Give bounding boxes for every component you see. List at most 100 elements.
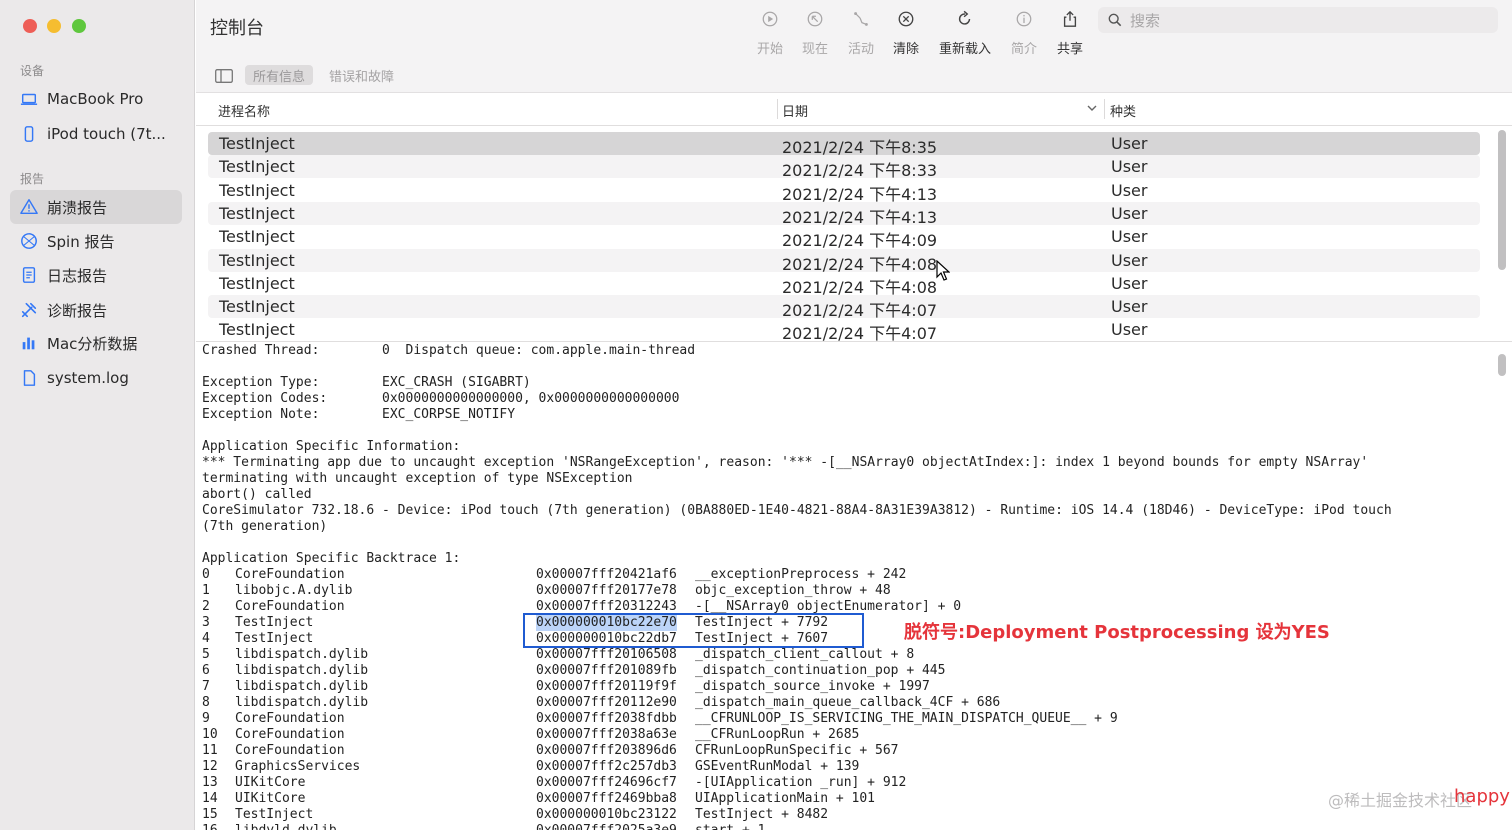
backtrace-frame: 15 TestInject 0x000000010bc23122 TestInject…: [196, 807, 1512, 823]
table-row[interactable]: TestInject 2021/2/24 下午4:08 User: [208, 272, 1480, 297]
log-line: terminating with uncaught exception of t…: [202, 471, 633, 486]
log-line: Exception Codes: 0x0000000000000000, 0x0…: [202, 391, 680, 406]
sidebar-item-diagnostic-reports[interactable]: 诊断报告: [10, 293, 182, 327]
cell-kind: User: [1111, 250, 1148, 270]
table-row[interactable]: TestInject 2021/2/24 下午8:33 User: [208, 155, 1480, 181]
cell-kind: User: [1111, 180, 1148, 200]
file-icon: [19, 368, 39, 388]
frame-library: TestInject: [235, 807, 314, 822]
frame-number: 8: [202, 695, 210, 710]
log-line: Crashed Thread: 0 Dispatch queue: com.ap…: [202, 343, 696, 358]
frame-library: libdispatch.dylib: [235, 663, 369, 678]
sidebar-item-spin-reports[interactable]: Spin 报告: [10, 224, 182, 258]
sidebar-item-label: system.log: [47, 369, 129, 387]
frame-address: 0x00007fff20106508: [536, 647, 677, 662]
sidebar-item-system-log[interactable]: system.log: [10, 361, 182, 395]
reload-button[interactable]: 重新载入: [935, 8, 995, 57]
cell-process: TestInject: [219, 273, 295, 293]
column-header-date[interactable]: 日期: [782, 101, 808, 120]
frame-number: 4: [202, 631, 210, 646]
clear-button[interactable]: 清除: [876, 8, 936, 57]
frame-library: CoreFoundation: [235, 599, 345, 614]
cell-kind: User: [1111, 320, 1148, 340]
sidebar-item-label: MacBook Pro: [47, 90, 144, 108]
cell-kind: User: [1111, 227, 1148, 247]
frame-symbol: _dispatch_main_queue_callback_4CF + 686: [695, 695, 1001, 710]
frame-address: 0x00007fff20177e78: [536, 583, 677, 598]
backtrace-frame: 14 UIKitCore 0x00007fff2469bba8 UIApplicati…: [196, 791, 1512, 807]
close-window-button[interactable]: [23, 19, 37, 33]
frame-library: UIKitCore: [235, 775, 306, 790]
table-row[interactable]: TestInject 2021/2/24 下午8:35 User: [208, 132, 1480, 157]
table-row[interactable]: TestInject 2021/2/24 下午4:08 User: [208, 248, 1480, 274]
frame-address: 0x000000010bc23122: [536, 807, 677, 822]
frame-symbol: __exceptionPreprocess + 242: [695, 567, 907, 582]
toolbar: 控制台 开始 现在 活动 清除 重新载入 简介 共享 搜索: [196, 0, 1512, 57]
column-header-kind[interactable]: 种类: [1110, 101, 1136, 120]
frame-symbol: __CFRunLoopRun + 2685: [695, 727, 860, 742]
sidebar-item-macbook-pro[interactable]: MacBook Pro: [10, 82, 182, 116]
backtrace-frame: 6 libdispatch.dylib 0x00007fff201089fb _dis…: [196, 663, 1512, 679]
sidebar: 设备 MacBook Pro iPod touch (7t... 报告 崩溃报告…: [0, 0, 195, 830]
log-line: CoreSimulator 732.18.6 - Device: iPod to…: [202, 503, 1392, 518]
sidebar-section-reports: 报告: [20, 172, 45, 186]
cell-date: 2021/2/24 下午8:33: [782, 161, 938, 181]
table-row[interactable]: TestInject 2021/2/24 下午4:13 User: [208, 179, 1480, 204]
frame-symbol: _dispatch_source_invoke + 1997: [695, 679, 930, 694]
column-header-process[interactable]: 进程名称: [218, 101, 270, 120]
backtrace-frame: 10 CoreFoundation 0x00007fff2038a63e __CFRu…: [196, 727, 1512, 743]
backtrace-frame: 5 libdispatch.dylib 0x00007fff20106508 _dis…: [196, 647, 1512, 663]
sidebar-item-ipod-touch[interactable]: iPod touch (7t...: [10, 117, 182, 151]
table-scrollbar[interactable]: [1498, 130, 1506, 270]
cell-date: 2021/2/24 下午4:13: [782, 184, 938, 204]
cell-process: TestInject: [219, 134, 295, 153]
frame-address: 0x00007fff2038fdbb: [536, 711, 677, 726]
table-row[interactable]: TestInject 2021/2/24 下午4:09 User: [208, 225, 1480, 250]
log-line: Exception Note: EXC_CORPSE_NOTIFY: [202, 407, 516, 422]
frame-number: 1: [202, 583, 210, 598]
frame-library: libdispatch.dylib: [235, 679, 369, 694]
frame-library: CoreFoundation: [235, 711, 345, 726]
sidebar-item-crash-reports[interactable]: 崩溃报告: [10, 190, 182, 224]
annotation-note: 脱符号:Deployment Postprocessing 设为YES: [904, 622, 1330, 643]
log-line: abort() called: [202, 487, 312, 502]
log-line: (7th generation): [202, 519, 328, 534]
sidebar-item-log-reports[interactable]: 日志报告: [10, 258, 182, 292]
sidebar-toggle-icon[interactable]: [215, 68, 233, 83]
search-field[interactable]: 搜索: [1098, 7, 1498, 33]
share-button[interactable]: 共享: [1040, 8, 1100, 57]
backtrace-frame: 0 CoreFoundation 0x00007fff20421af6 __excep…: [196, 567, 1512, 583]
sidebar-item-mac-analytics[interactable]: Mac分析数据: [10, 326, 182, 360]
backtrace-frame: 1 libobjc.A.dylib 0x00007fff20177e78 objc_e…: [196, 583, 1512, 599]
ipod-icon: [19, 124, 39, 144]
frame-number: 11: [202, 743, 218, 758]
frame-address: 0x00007fff20112e90: [536, 695, 677, 710]
frame-symbol: -[UIApplication _run] + 912: [695, 775, 907, 790]
table-row[interactable]: TestInject 2021/2/24 下午4:07 User: [208, 295, 1480, 320]
crash-log: Crashed Thread: 0 Dispatch queue: com.ap…: [196, 341, 1512, 830]
filter-bar: 所有信息 错误和故障: [196, 57, 1512, 93]
table-row[interactable]: TestInject 2021/2/24 下午4:13 User: [208, 201, 1480, 227]
frame-number: 14: [202, 791, 218, 806]
cell-process: TestInject: [219, 227, 295, 247]
spin-icon: [19, 231, 39, 251]
chevron-down-icon[interactable]: [1086, 102, 1098, 114]
backtrace-frame: 7 libdispatch.dylib 0x00007fff20119f9f _dis…: [196, 679, 1512, 695]
zoom-window-button[interactable]: [72, 19, 86, 33]
frame-address: 0x00007fff2469bba8: [536, 791, 677, 806]
backtrace-frame: 11 CoreFoundation 0x00007fff203896d6 CFRunL…: [196, 743, 1512, 759]
column-divider: [1104, 99, 1105, 119]
sidebar-item-label: 崩溃报告: [47, 198, 108, 217]
frame-library: CoreFoundation: [235, 567, 345, 582]
frame-symbol: UIApplicationMain + 101: [695, 791, 876, 806]
table-row[interactable]: TestInject 2021/2/24 下午4:07 User: [208, 318, 1480, 341]
log-scrollbar[interactable]: [1498, 354, 1506, 376]
frame-symbol: _dispatch_continuation_pop + 445: [695, 663, 946, 678]
window-title: 控制台: [210, 18, 264, 39]
tab-all-messages[interactable]: 所有信息: [245, 65, 314, 85]
frame-symbol: _dispatch_client_callout + 8: [695, 647, 915, 662]
minimize-window-button[interactable]: [47, 19, 61, 33]
frame-number: 12: [202, 759, 218, 774]
tab-errors-and-faults[interactable]: 错误和故障: [321, 65, 402, 85]
search-icon: [1108, 13, 1122, 27]
